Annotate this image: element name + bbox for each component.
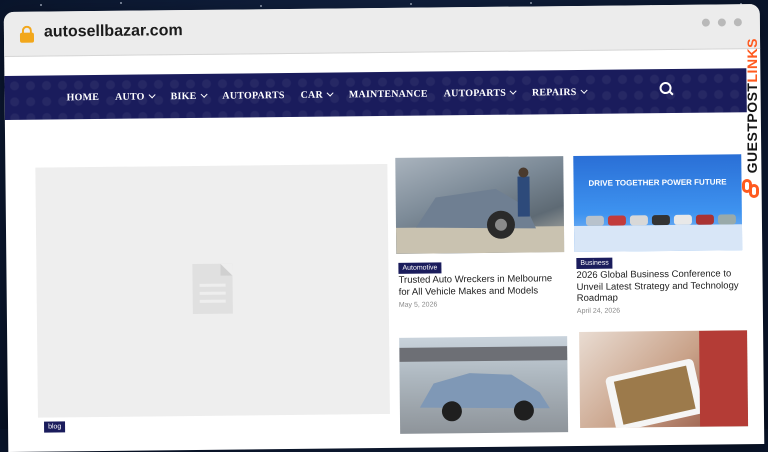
document-icon <box>192 263 233 315</box>
category-badge[interactable]: Business <box>576 257 613 269</box>
post-thumbnail[interactable] <box>579 330 749 428</box>
post-thumbnail[interactable] <box>399 336 569 434</box>
nav-item-car[interactable]: CAR <box>301 89 334 100</box>
post-date: April 24, 2026 <box>576 307 621 315</box>
nav-item-home[interactable]: HOME <box>67 91 100 102</box>
silver-sedan-image <box>399 346 568 422</box>
featured-image-placeholder[interactable] <box>35 163 390 418</box>
nav-item-repairs[interactable]: REPAIRS <box>532 86 588 98</box>
chevron-down-icon <box>580 86 588 94</box>
post-title[interactable]: 2026 Global Business Conference to Unvei… <box>576 268 744 304</box>
url-text[interactable]: autosellbazar.com <box>44 22 183 41</box>
link-chain-icon <box>742 179 762 199</box>
category-badge[interactable]: Automotive <box>398 262 442 274</box>
svg-text:DRIVE TOGETHER POWER FUTURE: DRIVE TOGETHER POWER FUTURE <box>588 177 727 187</box>
conference-banner-image: DRIVE TOGETHER POWER FUTURE <box>573 177 743 253</box>
nav-item-auto[interactable]: AUTO <box>115 91 156 102</box>
main-navigation: HOME AUTO BIKE AUTOPARTS CAR MAINTENANCE… <box>4 68 747 120</box>
nav-item-autoparts-menu[interactable]: AUTOPARTS <box>444 87 517 99</box>
search-icon[interactable] <box>659 81 674 96</box>
window-dot-icon[interactable] <box>733 18 742 27</box>
chevron-down-icon <box>148 91 156 99</box>
chevron-down-icon <box>200 90 208 98</box>
browser-window: autosellbazar.com HOME AUTO BIKE AUTOPAR… <box>3 4 765 452</box>
nav-item-bike[interactable]: BIKE <box>171 90 208 102</box>
nav-item-maintenance[interactable]: MAINTENANCE <box>349 88 428 100</box>
lock-icon <box>19 25 35 43</box>
post-title[interactable]: Trusted Auto Wreckers in Melbourne for A… <box>398 273 564 298</box>
post-thumbnail[interactable]: DRIVE TOGETHER POWER FUTURE <box>573 154 743 253</box>
post-date: May 5, 2026 <box>398 301 438 309</box>
post-thumbnail[interactable] <box>395 156 565 254</box>
window-dot-icon[interactable] <box>701 18 710 27</box>
window-dot-icon[interactable] <box>717 18 726 27</box>
tablet-map-image <box>605 330 749 428</box>
guestpostlinks-watermark: GUESTPOSTLINKS <box>740 38 764 228</box>
nav-item-autoparts[interactable]: AUTOPARTS <box>222 90 284 102</box>
wrecked-car-image <box>395 167 565 254</box>
browser-address-bar: autosellbazar.com <box>3 4 761 57</box>
category-badge[interactable]: blog <box>44 421 66 433</box>
chevron-down-icon <box>509 87 517 95</box>
watermark-text: GUESTPOSTLINKS <box>744 38 760 174</box>
window-controls <box>701 18 742 27</box>
chevron-down-icon <box>326 89 334 97</box>
